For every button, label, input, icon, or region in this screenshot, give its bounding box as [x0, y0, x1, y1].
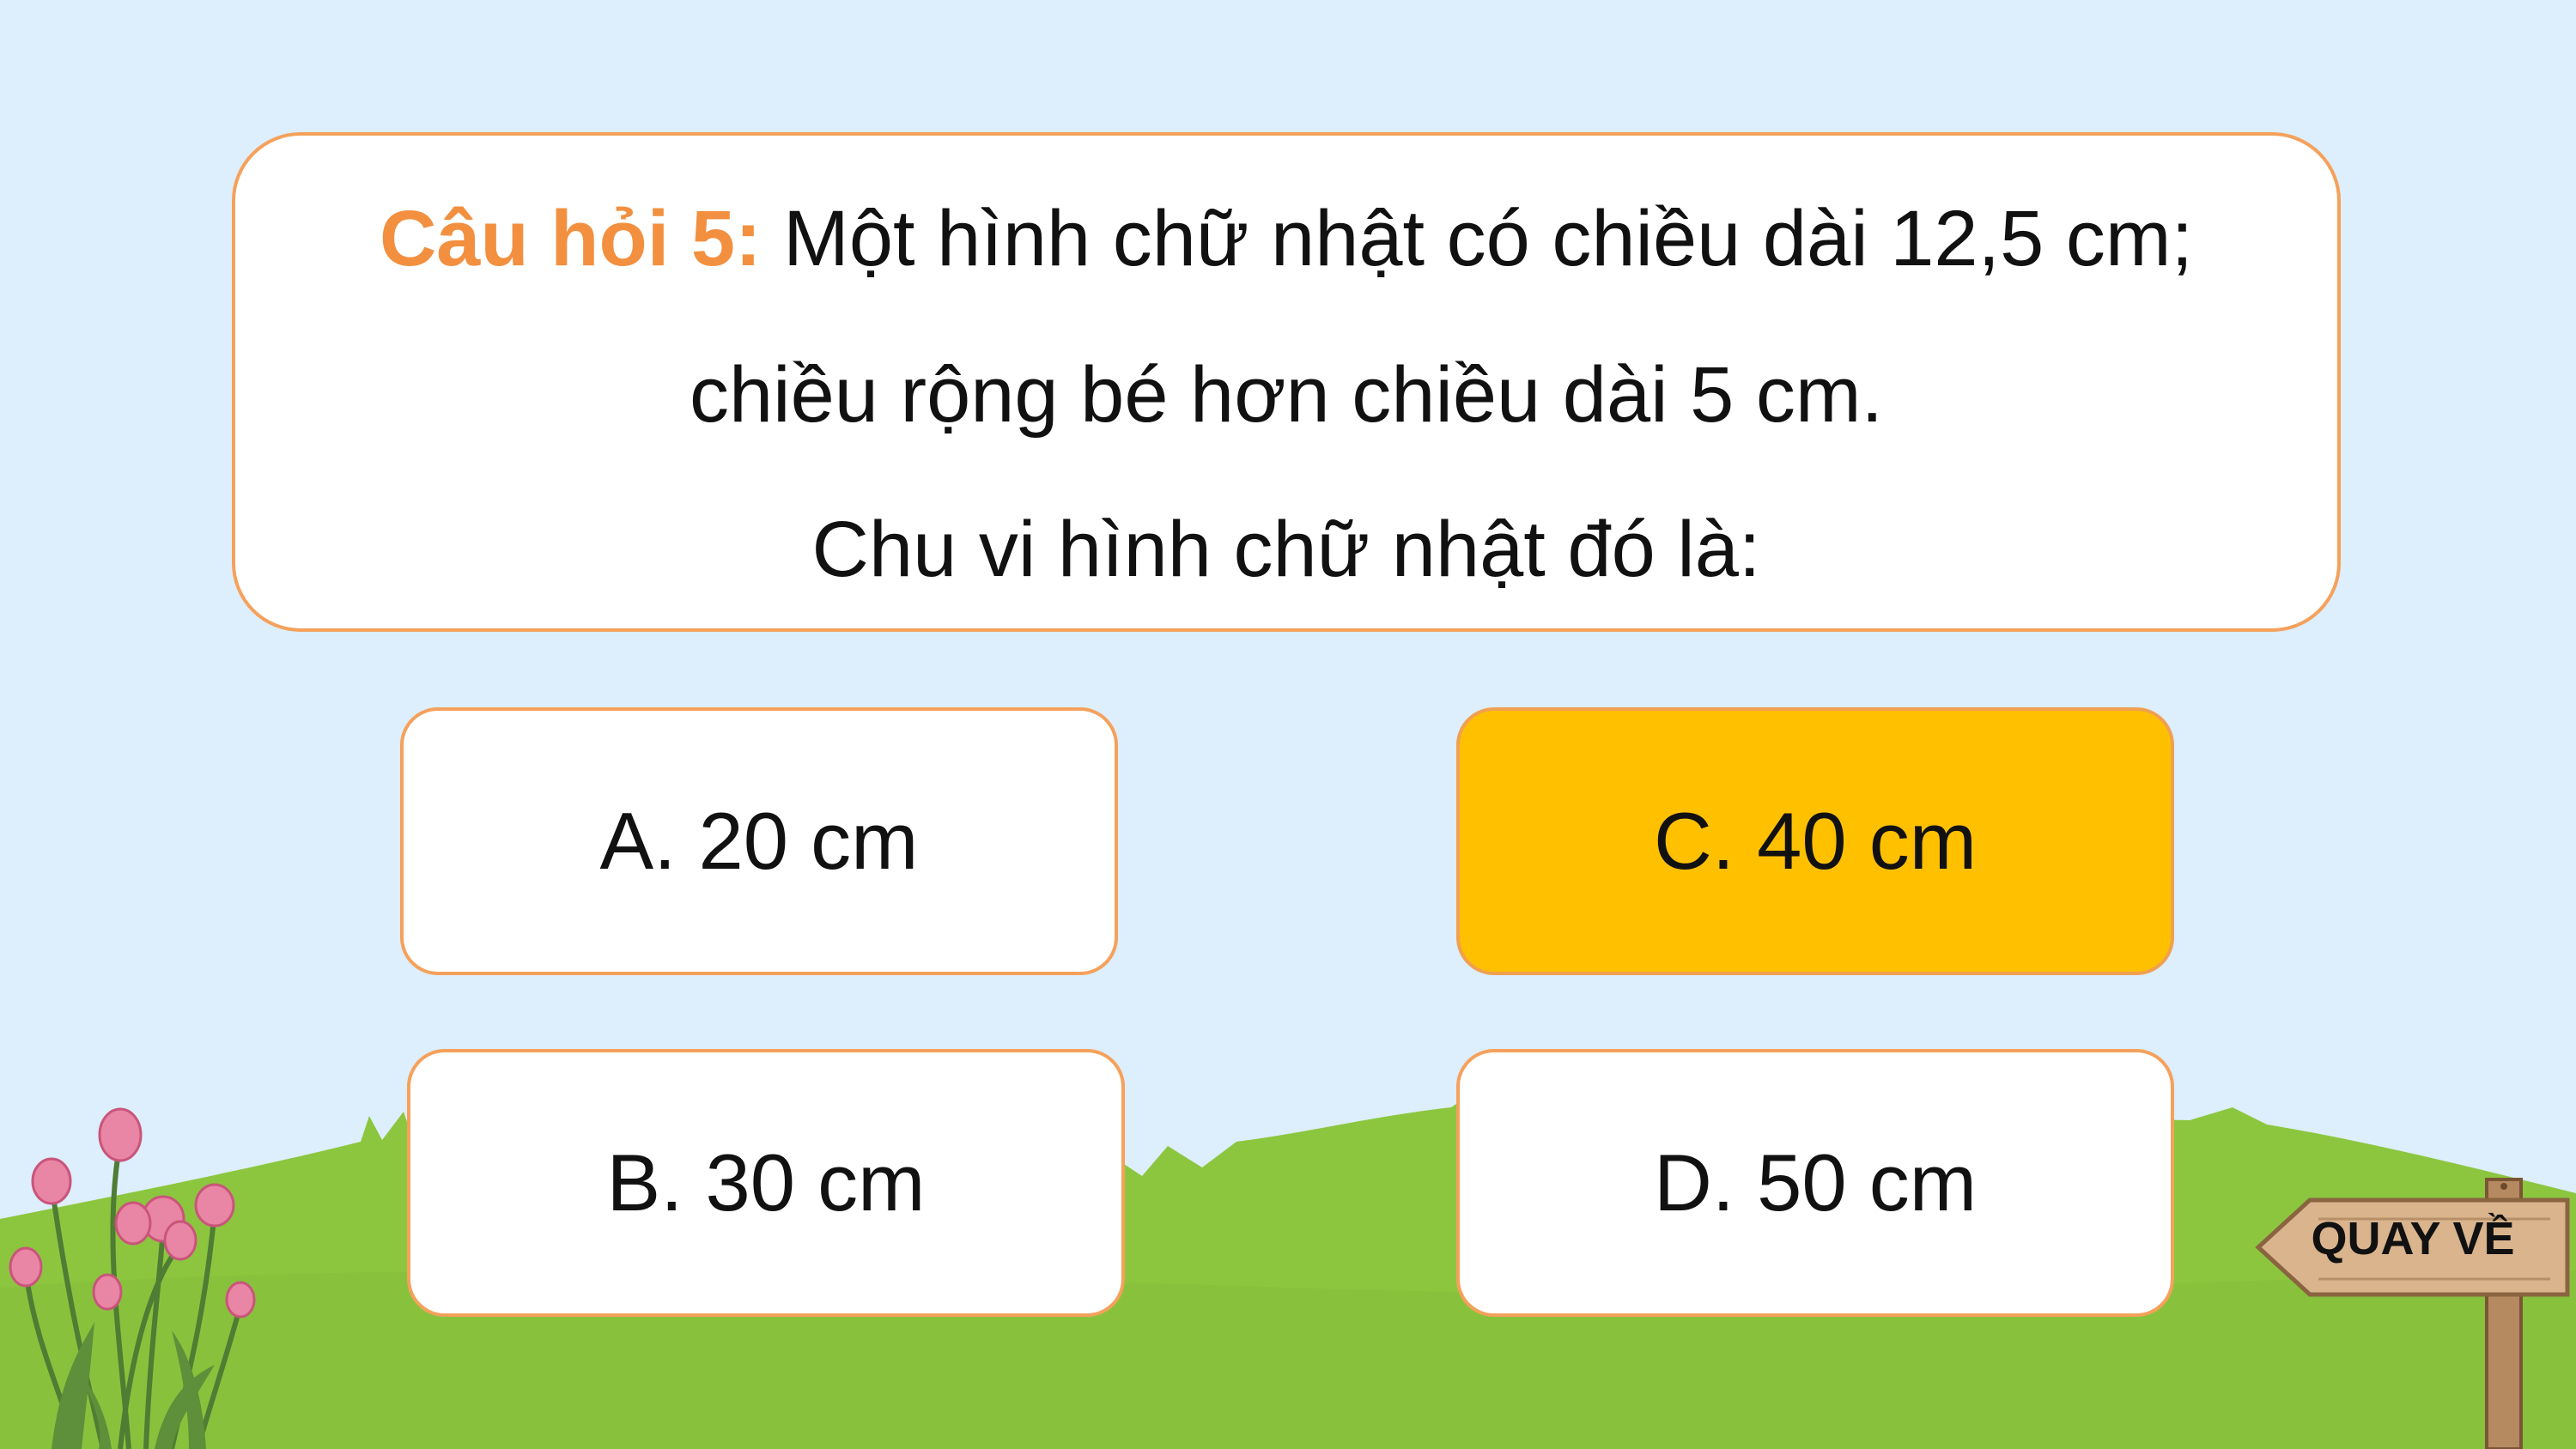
grass-hill-background [0, 1090, 2576, 1449]
back-button-label: QUAY VỀ [2311, 1213, 2515, 1264]
question-box: Câu hỏi 5: Một hình chữ nhật có chiều dà… [232, 132, 2341, 632]
question-line-2: chiều rộng bé hơn chiều dài 5 cm. [689, 351, 1884, 439]
question-line-3: Chu vi hình chữ nhật đó là: [811, 506, 1761, 593]
back-button[interactable]: QUAY VỀ [2284, 1212, 2542, 1265]
question-line-1: Câu hỏi 5: Một hình chữ nhật có chiều dà… [235, 194, 2337, 284]
answer-a-label: A. 20 cm [599, 796, 919, 886]
answer-d-label: D. 50 cm [1653, 1137, 1978, 1228]
question-number-label: Câu hỏi 5: [379, 195, 762, 282]
answer-b-button[interactable]: B. 30 cm [407, 1049, 1125, 1317]
answer-b-label: B. 30 cm [606, 1137, 926, 1228]
question-text-part-1: Một hình chữ nhật có chiều dài 12,5 cm; [761, 195, 2194, 282]
answer-c-label: C. 40 cm [1653, 796, 1978, 886]
answer-c-button[interactable]: C. 40 cm [1456, 707, 2174, 975]
answer-d-button[interactable]: D. 50 cm [1456, 1049, 2174, 1317]
answer-a-button[interactable]: A. 20 cm [400, 707, 1118, 975]
